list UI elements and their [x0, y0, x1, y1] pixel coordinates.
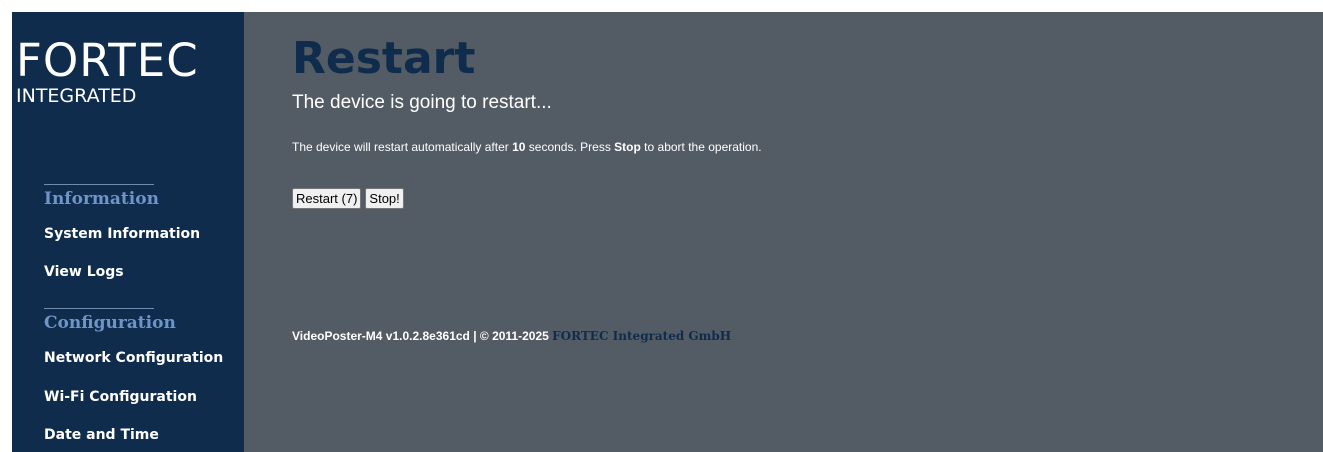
logo-sub-text: INTEGRATED — [16, 85, 137, 107]
sidebar-item-network-configuration[interactable]: Network Configuration — [44, 349, 223, 367]
info-text-part1: The device will restart automatically af… — [292, 140, 513, 154]
app-frame: FORTEC INTEGRATED Information System Inf… — [12, 12, 1323, 452]
page-title: Restart — [292, 33, 476, 84]
stop-keyword: Stop — [614, 140, 641, 154]
main-content: Restart The device is going to restart..… — [244, 12, 1323, 452]
section-information: Information — [44, 184, 159, 209]
countdown-seconds: 10 — [512, 140, 526, 154]
stop-button[interactable]: Stop! — [365, 188, 404, 209]
logo-main-text: FORTEC — [16, 34, 199, 87]
footer-version: VideoPoster-M4 v1.0.2.8e361cd | © 2011-2… — [292, 329, 553, 343]
info-text-part3: to abort the operation. — [640, 140, 762, 154]
section-configuration: Configuration — [44, 308, 176, 333]
footer-company-link[interactable]: FORTEC Integrated GmbH — [552, 329, 731, 343]
restart-button[interactable]: Restart (7) — [292, 188, 362, 209]
sidebar-item-view-logs[interactable]: View Logs — [44, 263, 124, 281]
section-divider — [44, 184, 154, 185]
sidebar-item-wifi-configuration[interactable]: Wi-Fi Configuration — [44, 388, 197, 406]
sidebar-item-system-information[interactable]: System Information — [44, 225, 200, 243]
sidebar-item-date-and-time[interactable]: Date and Time — [44, 426, 159, 444]
sidebar: FORTEC INTEGRATED Information System Inf… — [12, 12, 244, 452]
restart-info-text: The device will restart automatically af… — [292, 139, 762, 155]
section-title-information: Information — [44, 189, 159, 209]
section-title-configuration: Configuration — [44, 313, 176, 333]
footer: VideoPoster-M4 v1.0.2.8e361cd | © 2011-2… — [292, 328, 731, 344]
section-divider — [44, 308, 154, 309]
info-text-part2: seconds. Press — [525, 140, 615, 154]
action-buttons: Restart (7) Stop! — [292, 188, 404, 209]
page-subtitle: The device is going to restart... — [292, 92, 552, 113]
